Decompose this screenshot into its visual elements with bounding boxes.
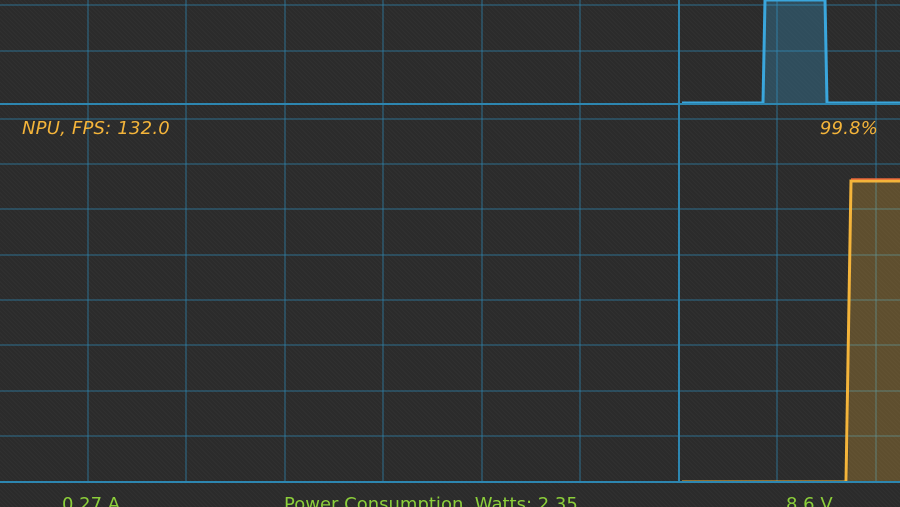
npu-graph-fill	[848, 181, 900, 483]
voltage-readout: 8.6 V	[786, 494, 833, 507]
top-graph	[0, 0, 900, 105]
npu-graph-grid	[0, 105, 900, 483]
npu-graph-panel: NPU, FPS: 132.0 99.8%	[0, 105, 900, 483]
npu-fps-label: NPU, FPS: 132.0	[22, 118, 170, 139]
power-footer: 0.27 A Power Consumption, Watts: 2.35 8.…	[0, 484, 900, 507]
top-graph-fill	[764, 0, 826, 104]
panel-divider-bottom	[0, 481, 900, 483]
monitor-screen: NPU, FPS: 132.0 99.8% 0.27 A Power Consu…	[0, 0, 900, 507]
top-graph-panel	[0, 0, 900, 105]
npu-load-percent: 99.8%	[819, 118, 878, 139]
npu-graph	[0, 105, 900, 483]
current-readout: 0.27 A	[62, 494, 121, 507]
power-consumption-readout: Power Consumption, Watts: 2.35	[284, 494, 578, 507]
